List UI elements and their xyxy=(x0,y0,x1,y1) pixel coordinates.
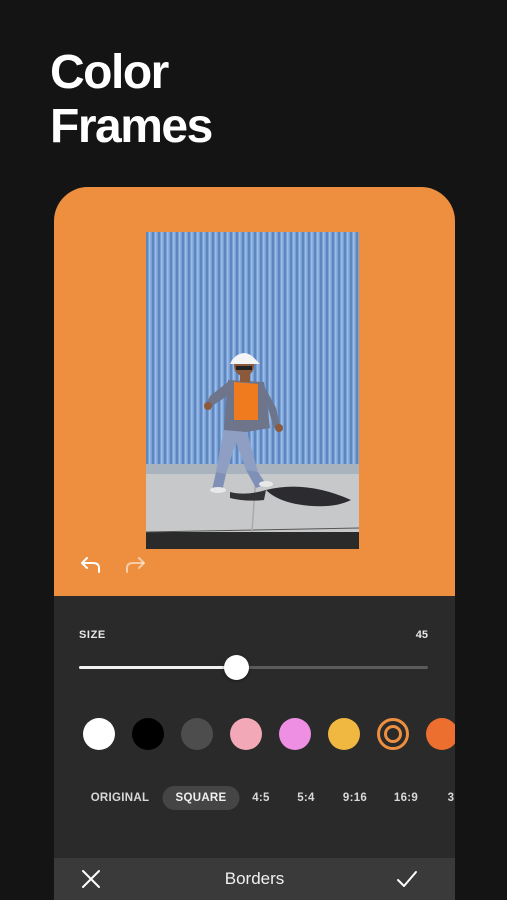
headline-line-2: Frames xyxy=(50,100,213,153)
border-controls-panel: SIZE 45 ORIGINAL SQUARE 4:5 5:4 9:16 16:9 3: xyxy=(54,596,455,858)
swatch-white[interactable] xyxy=(83,718,115,750)
undo-button[interactable] xyxy=(77,554,103,578)
bottom-toolbar: Borders xyxy=(54,858,455,900)
size-value: 45 xyxy=(415,629,428,641)
color-swatches xyxy=(83,718,455,750)
swatch-violet-pink[interactable] xyxy=(279,718,311,750)
headline-line-1: Color xyxy=(50,46,169,99)
headline: Color Frames xyxy=(50,46,213,154)
ratio-option-5-4[interactable]: 5:4 xyxy=(297,786,315,810)
size-slider[interactable] xyxy=(79,655,428,681)
confirm-button[interactable] xyxy=(396,868,418,890)
ratio-option-9-16[interactable]: 9:16 xyxy=(343,786,367,810)
toolbar-title: Borders xyxy=(224,869,285,888)
swatch-deep-orange[interactable] xyxy=(426,718,455,750)
checkmark-icon xyxy=(397,871,417,887)
swatch-black[interactable] xyxy=(132,718,164,750)
slider-thumb[interactable] xyxy=(223,655,249,680)
redo-button[interactable] xyxy=(123,554,149,578)
swatch-yellow[interactable] xyxy=(328,718,360,750)
photo-image xyxy=(146,232,359,549)
ratio-option-16-9[interactable]: 16:9 xyxy=(394,786,418,810)
frame-canvas xyxy=(54,187,455,596)
redo-arrow-icon xyxy=(126,557,145,573)
app-screen: SIZE 45 ORIGINAL SQUARE 4:5 5:4 9:16 16:9 3: B… xyxy=(54,187,455,900)
photo-preview xyxy=(146,232,359,549)
ratio-option-square[interactable]: SQUARE xyxy=(162,786,240,810)
size-label: SIZE xyxy=(79,629,106,641)
swatch-orange[interactable] xyxy=(377,718,409,750)
aspect-ratio-options: ORIGINAL SQUARE 4:5 5:4 9:16 16:9 3: xyxy=(54,786,455,810)
slider-fill xyxy=(79,666,236,669)
selected-ring-inner xyxy=(384,725,402,743)
ratio-option-original[interactable]: ORIGINAL xyxy=(91,786,150,810)
ratio-option-3-[interactable]: 3: xyxy=(448,786,455,810)
undo-arrow-icon xyxy=(81,557,100,573)
swatch-light-pink[interactable] xyxy=(230,718,262,750)
swatch-dark-gray[interactable] xyxy=(181,718,213,750)
ratio-option-4-5[interactable]: 4:5 xyxy=(252,786,270,810)
